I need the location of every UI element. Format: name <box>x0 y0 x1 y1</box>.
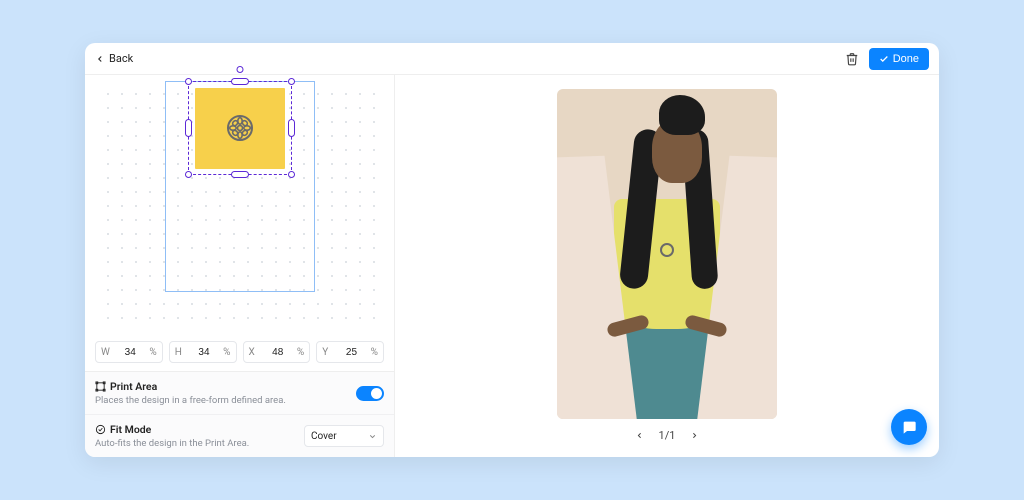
flower-graphic <box>227 115 253 141</box>
chat-icon <box>901 419 917 435</box>
y-input[interactable] <box>332 347 370 358</box>
height-label: H <box>175 347 185 358</box>
x-input[interactable] <box>259 347 297 358</box>
x-field[interactable]: X % <box>243 341 311 363</box>
resize-handle-w[interactable] <box>185 119 192 137</box>
preview-pager: 1/1 <box>635 429 700 442</box>
chevron-left-icon <box>635 431 644 440</box>
rotate-handle[interactable] <box>236 66 243 73</box>
fit-mode-select[interactable]: Cover <box>304 425 384 447</box>
fit-mode-subtitle: Auto-fits the design in the Print Area. <box>95 438 304 449</box>
done-label: Done <box>893 53 919 65</box>
left-panel: W % H % X % Y % <box>85 75 395 457</box>
y-field[interactable]: Y % <box>316 341 384 363</box>
x-suffix: % <box>297 347 304 358</box>
resize-handle-sw[interactable] <box>185 171 192 178</box>
width-input[interactable] <box>111 347 149 358</box>
chevron-right-icon <box>690 431 699 440</box>
bounding-box-icon <box>95 381 106 392</box>
design-selection[interactable] <box>188 81 292 175</box>
width-label: W <box>101 347 111 358</box>
pager-prev[interactable] <box>635 431 645 441</box>
fit-mode-row: Fit Mode Auto-fits the design in the Pri… <box>85 414 394 457</box>
print-area-toggle[interactable] <box>356 386 384 401</box>
fit-icon <box>95 424 106 435</box>
trash-icon[interactable] <box>845 52 859 66</box>
chevron-left-icon <box>95 54 105 64</box>
pager-next[interactable] <box>689 431 699 441</box>
design-canvas[interactable] <box>95 81 385 329</box>
print-area-subtitle: Places the design in a free-form defined… <box>95 395 356 406</box>
preview-panel: 1/1 <box>395 75 939 457</box>
fit-mode-title: Fit Mode <box>110 423 151 436</box>
check-icon <box>879 54 889 64</box>
resize-handle-e[interactable] <box>288 119 295 137</box>
pager-display: 1/1 <box>659 429 676 442</box>
chevron-down-icon <box>368 432 377 441</box>
width-suffix: % <box>149 347 156 358</box>
x-label: X <box>249 347 259 358</box>
resize-handle-nw[interactable] <box>185 78 192 85</box>
y-suffix: % <box>371 347 378 358</box>
chat-fab[interactable] <box>891 409 927 445</box>
fit-mode-value: Cover <box>311 431 337 442</box>
height-input[interactable] <box>185 347 223 358</box>
resize-handle-n[interactable] <box>231 78 249 85</box>
y-label: Y <box>322 347 332 358</box>
app-window: Back Done <box>85 43 939 457</box>
print-area-title: Print Area <box>110 380 157 393</box>
dimensions-row: W % H % X % Y % <box>85 337 394 371</box>
resize-handle-s[interactable] <box>231 171 249 178</box>
print-area-row: Print Area Places the design in a free-f… <box>85 372 394 414</box>
product-preview <box>557 89 777 419</box>
height-suffix: % <box>223 347 230 358</box>
header-bar: Back Done <box>85 43 939 75</box>
selected-artwork <box>195 88 285 169</box>
back-button[interactable]: Back <box>95 52 133 65</box>
height-field[interactable]: H % <box>169 341 237 363</box>
width-field[interactable]: W % <box>95 341 163 363</box>
back-label: Back <box>109 52 133 65</box>
done-button[interactable]: Done <box>869 48 929 70</box>
settings-section: Print Area Places the design in a free-f… <box>85 371 394 457</box>
